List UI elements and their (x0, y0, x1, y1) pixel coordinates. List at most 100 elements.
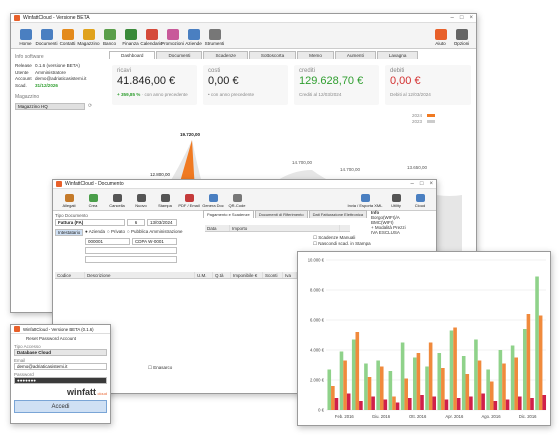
address-field-2[interactable] (85, 256, 177, 263)
tab-documenti[interactable]: Documenti (156, 51, 203, 59)
aziende-icon (187, 29, 200, 40)
doc-toolbar-item[interactable]: Invia / Esporta XML (346, 194, 384, 208)
bar (367, 377, 372, 410)
toolbar-opzioni[interactable]: Opzioni (451, 29, 472, 46)
maximize-icon[interactable]: □ (460, 15, 464, 21)
warehouse-select[interactable]: Magazzino HQ (15, 102, 85, 110)
data-field[interactable]: 13/03/2024 (147, 219, 177, 226)
radio-pa[interactable]: ○ Pubblica Amministrazione (127, 229, 183, 236)
doc-toolbar-item[interactable]: Allegati (57, 194, 81, 208)
login-button[interactable]: Accedi (14, 400, 107, 413)
card-sub: Crediti al 12/03/2024 (299, 92, 342, 97)
toolbar-label: Invia / Esporta XML (347, 203, 383, 208)
maximize-icon[interactable]: □ (420, 181, 424, 187)
home-icon (19, 29, 32, 40)
doc-toolbar-item[interactable]: QR-Code (225, 194, 249, 208)
close-icon[interactable]: × (469, 15, 473, 21)
grid-col-header[interactable]: Sconti (263, 272, 283, 278)
doc-tabs: Pagamento e Scadenze Documenti di Riferim… (203, 210, 368, 218)
codice-field[interactable]: 000001 (85, 238, 130, 245)
bar (498, 350, 503, 410)
doc-toolbar-item[interactable]: Utility (384, 194, 408, 208)
toolbar-finanza[interactable]: Finanza (120, 29, 141, 46)
toolbar-strumenti[interactable]: Strumenti (204, 29, 225, 46)
tab-scadenze[interactable]: Scadenze (203, 51, 248, 59)
doc-toolbar-item[interactable]: Cancella (105, 194, 129, 208)
login-title: WinfattCloud - Versione BETA (0.1.6) (23, 326, 94, 332)
codice-pa-field[interactable]: CDPA W-0001 (132, 238, 177, 245)
tipo-accesso-select[interactable]: Database Cloud (14, 349, 107, 356)
tab-memo[interactable]: Memo (297, 51, 334, 59)
bar (538, 315, 543, 410)
grid-col-header[interactable]: Iva (283, 272, 297, 278)
calendario-icon (145, 29, 158, 40)
info-row: Release 0.1.6 (versione BETA) (15, 63, 105, 68)
tab-dashboard[interactable]: Dashboard (109, 51, 156, 59)
tab-aumenti[interactable]: Aumenti (334, 51, 376, 59)
card-costi: costi 0,00 € • con anno precedente (203, 65, 288, 105)
address-field[interactable] (85, 247, 177, 254)
tab-lavagna[interactable]: Lavagna (376, 51, 419, 59)
bar (425, 366, 429, 410)
toolbar-documenti[interactable]: Documenti (36, 29, 57, 46)
radio-azienda[interactable]: ● Azienda (85, 229, 105, 236)
doc-toolbar-item[interactable]: Stampa (153, 194, 177, 208)
opzioni-icon (455, 29, 468, 40)
email-field[interactable]: demo@adriaticasistemi.it (14, 363, 107, 370)
bar (407, 398, 412, 410)
intestatario-button[interactable]: Intestatario (55, 229, 83, 236)
doc-toolbar-item[interactable]: PDF / Email (177, 194, 201, 208)
doc-toolbar-item[interactable]: Nuovo (129, 194, 153, 208)
toolbar-aiuto[interactable]: Aiuto (430, 29, 451, 46)
doc-tab[interactable]: Pagamento e Scadenze (203, 210, 254, 218)
x-tick-label: Ago. 2016 (481, 414, 501, 419)
doc-toolbar-item[interactable]: Cloud (408, 194, 432, 208)
refresh-icon[interactable]: ⟳ (88, 103, 92, 109)
doc-tab[interactable]: Dati Fatturazione Elettronica (308, 210, 368, 218)
check-nascondi[interactable]: ☐ Nascondi scad. in Stampa (313, 241, 371, 247)
grid-col-header[interactable]: Codice (55, 272, 85, 278)
login-titlebar: WinfattCloud - Versione BETA (0.1.6) (11, 325, 110, 334)
toolbar-label: Banco (102, 41, 117, 46)
radio-privato[interactable]: ○ Privato (107, 229, 125, 236)
doc-titlebar: WinfattCloud - Documento – □ × (53, 180, 436, 189)
promozioni-icon (166, 29, 179, 40)
chart-value-label: 19.720,00 (180, 132, 201, 137)
bar (355, 332, 360, 410)
doc-tab[interactable]: Documenti di Riferimento (254, 210, 308, 218)
card-value: 129.628,70 € (299, 75, 364, 87)
grid-col-header[interactable]: Imponibile € (231, 272, 263, 278)
toolbar-promozioni[interactable]: Promozioni (161, 29, 184, 46)
grid-col-header[interactable]: Q.tà (213, 272, 231, 278)
toolbar-banco[interactable]: Banco (99, 29, 120, 46)
bar (404, 378, 408, 410)
grid-col-header[interactable]: U.M. (195, 272, 213, 278)
grid-col-header[interactable]: Descrizione (85, 272, 195, 278)
chart-value-label: 14.700,00 (340, 167, 361, 172)
tab-sottoscorta[interactable]: Sottoscorta (248, 51, 297, 59)
doc-toolbar-icon (184, 194, 194, 202)
legend-2023-swatch (427, 120, 435, 123)
toolbar-aziende[interactable]: Aziende (183, 29, 204, 46)
toolbar-contatti[interactable]: Contatti (57, 29, 78, 46)
card-sub: con anno precedente (144, 92, 188, 97)
card-label: costi (208, 68, 221, 74)
tipo-select[interactable]: Fattura (FA) (55, 219, 125, 226)
bar (379, 366, 384, 410)
password-field[interactable]: ●●●●●●● (14, 377, 107, 384)
check-enasarco[interactable]: ☐ Enasarco (148, 365, 172, 371)
contatti-icon (61, 29, 74, 40)
toolbar-label: Crea (88, 203, 98, 208)
toolbar-home[interactable]: Home (15, 29, 36, 46)
numero-field[interactable]: 6 (127, 219, 145, 226)
close-icon[interactable]: × (429, 181, 433, 187)
bar (413, 357, 417, 410)
minimize-icon[interactable]: – (451, 15, 454, 21)
toolbar-magazzino[interactable]: Magazzino (77, 29, 100, 46)
reset-password-link[interactable]: Reset Password Account (26, 336, 107, 341)
toolbar-label: Contatti (59, 41, 76, 46)
minimize-icon[interactable]: – (411, 181, 414, 187)
toolbar-calendario[interactable]: Calendario (140, 29, 163, 46)
doc-toolbar-item[interactable]: Genera Doc (201, 194, 225, 208)
doc-toolbar-item[interactable]: Crea (81, 194, 105, 208)
